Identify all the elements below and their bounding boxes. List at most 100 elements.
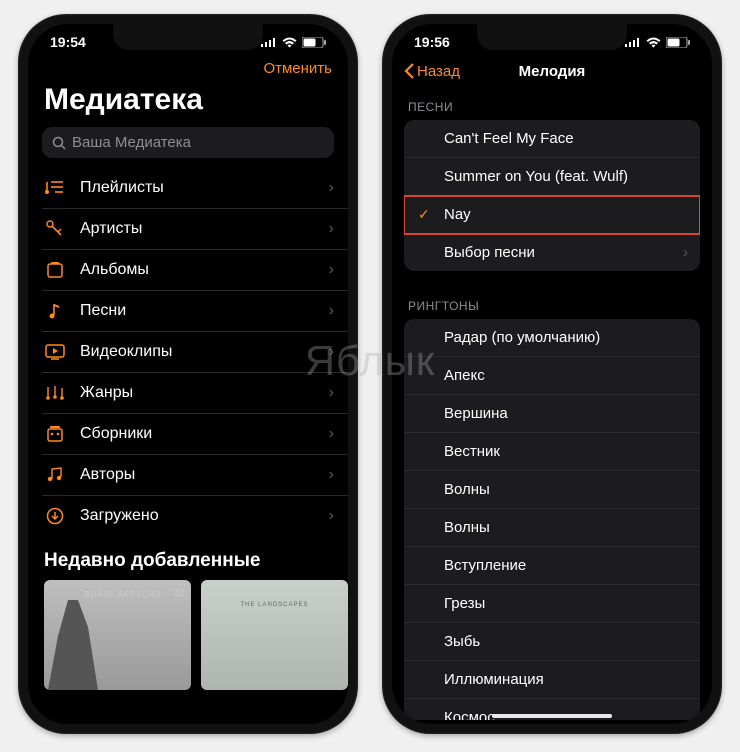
category-label: Авторы (80, 466, 315, 484)
genres-icon (44, 385, 66, 401)
songs-section-header: ПЕСНИ (392, 86, 712, 120)
notch (477, 24, 627, 50)
status-icons (261, 37, 326, 48)
chevron-right-icon: › (329, 425, 334, 443)
song-label: Can't Feel My Face (444, 130, 688, 147)
songs-icon (44, 302, 66, 320)
nav-bar: Назад Мелодия (392, 54, 712, 86)
album-art[interactable]: THE LANDSCAPES (201, 580, 348, 690)
back-button[interactable]: Назад (404, 62, 460, 80)
back-label: Назад (417, 63, 460, 80)
chevron-right-icon: › (329, 261, 334, 279)
song-row-selected[interactable]: ✓ Nay (404, 196, 700, 234)
category-label: Жанры (80, 384, 315, 402)
ringtone-label: Вестник (444, 443, 688, 460)
ringtone-row[interactable]: Иллюминация (404, 661, 700, 699)
album-title: BORIS BREJCHA (84, 590, 161, 599)
category-genres[interactable]: Жанры › (42, 373, 348, 414)
ringtone-label: Вершина (444, 405, 688, 422)
chevron-right-icon: › (329, 384, 334, 402)
chevron-right-icon: › (329, 220, 334, 238)
album-badge: 22 (174, 588, 185, 599)
category-songs[interactable]: Песни › (42, 291, 348, 332)
chevron-right-icon: › (329, 343, 334, 361)
check-icon: ✓ (418, 206, 434, 223)
search-icon (52, 136, 66, 150)
ringtone-row[interactable]: Зыбь (404, 623, 700, 661)
home-indicator[interactable] (492, 714, 612, 718)
signal-icon (261, 37, 277, 47)
notch (113, 24, 263, 50)
ringtone-label: Волны (444, 481, 688, 498)
category-label: Плейлисты (80, 179, 315, 197)
page-title: Медиатека (28, 79, 348, 127)
ringtones-section-header: РИНГТОНЫ (392, 285, 712, 319)
category-label: Видеоклипы (80, 343, 315, 361)
ringtone-label: Волны (444, 519, 688, 536)
pick-song-row[interactable]: Выбор песни › (404, 234, 700, 271)
ringtone-row[interactable]: Волны (404, 509, 700, 547)
downloaded-icon (44, 507, 66, 525)
category-downloaded[interactable]: Загружено › (42, 496, 348, 536)
library-categories: Плейлисты › Артисты › Альбомы › Песни › (28, 168, 348, 536)
chevron-right-icon: › (683, 244, 688, 261)
ringtone-row[interactable]: Апекс (404, 357, 700, 395)
status-time: 19:54 (50, 34, 86, 50)
pick-song-label: Выбор песни (444, 244, 673, 261)
composers-icon (44, 467, 66, 483)
ringtone-label: Радар (по умолчанию) (444, 329, 688, 346)
ringtone-label: Иллюминация (444, 671, 688, 688)
recently-added-heading: Недавно добавленные (28, 536, 348, 580)
category-label: Альбомы (80, 261, 315, 279)
nav-bar: Отменить (28, 54, 348, 79)
album-art[interactable]: BORIS BREJCHA 22 (44, 580, 191, 690)
chevron-left-icon (404, 62, 415, 80)
ringtones-group: Радар (по умолчанию) Апекс Вершина Вестн… (404, 319, 700, 720)
category-label: Загружено (80, 507, 315, 525)
song-label: Summer on You (feat. Wulf) (444, 168, 688, 185)
ringtone-row[interactable]: Вступление (404, 547, 700, 585)
song-row[interactable]: Summer on You (feat. Wulf) (404, 158, 700, 196)
phone-left: 19:54 Отменить Медиатека Ваша Медиатека … (18, 14, 358, 734)
status-time: 19:56 (414, 34, 450, 50)
ringtone-row[interactable]: Вестник (404, 433, 700, 471)
videos-icon (44, 344, 66, 360)
ringtone-label: Вступление (444, 557, 688, 574)
status-icons (625, 37, 690, 48)
search-placeholder: Ваша Медиатека (72, 134, 191, 151)
song-label: Nay (444, 206, 688, 223)
recently-added-list[interactable]: BORIS BREJCHA 22 THE LANDSCAPES (28, 580, 348, 690)
ringtone-label: Апекс (444, 367, 688, 384)
compilations-icon (44, 425, 66, 443)
ringtone-label: Грезы (444, 595, 688, 612)
category-composers[interactable]: Авторы › (42, 455, 348, 496)
category-videos[interactable]: Видеоклипы › (42, 332, 348, 373)
category-albums[interactable]: Альбомы › (42, 250, 348, 291)
ringtone-row[interactable]: Радар (по умолчанию) (404, 319, 700, 357)
signal-icon (625, 37, 641, 47)
phone-right: 19:56 Назад Мелодия ПЕСНИ (382, 14, 722, 734)
battery-icon (302, 37, 326, 48)
category-label: Сборники (80, 425, 315, 443)
category-label: Песни (80, 302, 315, 320)
ringtone-row[interactable]: Вершина (404, 395, 700, 433)
playlists-icon (44, 179, 66, 197)
ringtone-row[interactable]: Грезы (404, 585, 700, 623)
category-artists[interactable]: Артисты › (42, 209, 348, 250)
chevron-right-icon: › (329, 179, 334, 197)
category-compilations[interactable]: Сборники › (42, 414, 348, 455)
ringtone-label: Зыбь (444, 633, 688, 650)
category-label: Артисты (80, 220, 315, 238)
artists-icon (44, 220, 66, 238)
ringtone-row[interactable]: Волны (404, 471, 700, 509)
chevron-right-icon: › (329, 466, 334, 484)
cancel-button[interactable]: Отменить (263, 60, 332, 77)
song-row[interactable]: Can't Feel My Face (404, 120, 700, 158)
wifi-icon (282, 37, 297, 48)
songs-group: Can't Feel My Face Summer on You (feat. … (404, 120, 700, 271)
chevron-right-icon: › (329, 302, 334, 320)
category-playlists[interactable]: Плейлисты › (42, 168, 348, 209)
battery-icon (666, 37, 690, 48)
search-input[interactable]: Ваша Медиатека (42, 127, 334, 158)
album-title: THE LANDSCAPES (201, 602, 348, 608)
